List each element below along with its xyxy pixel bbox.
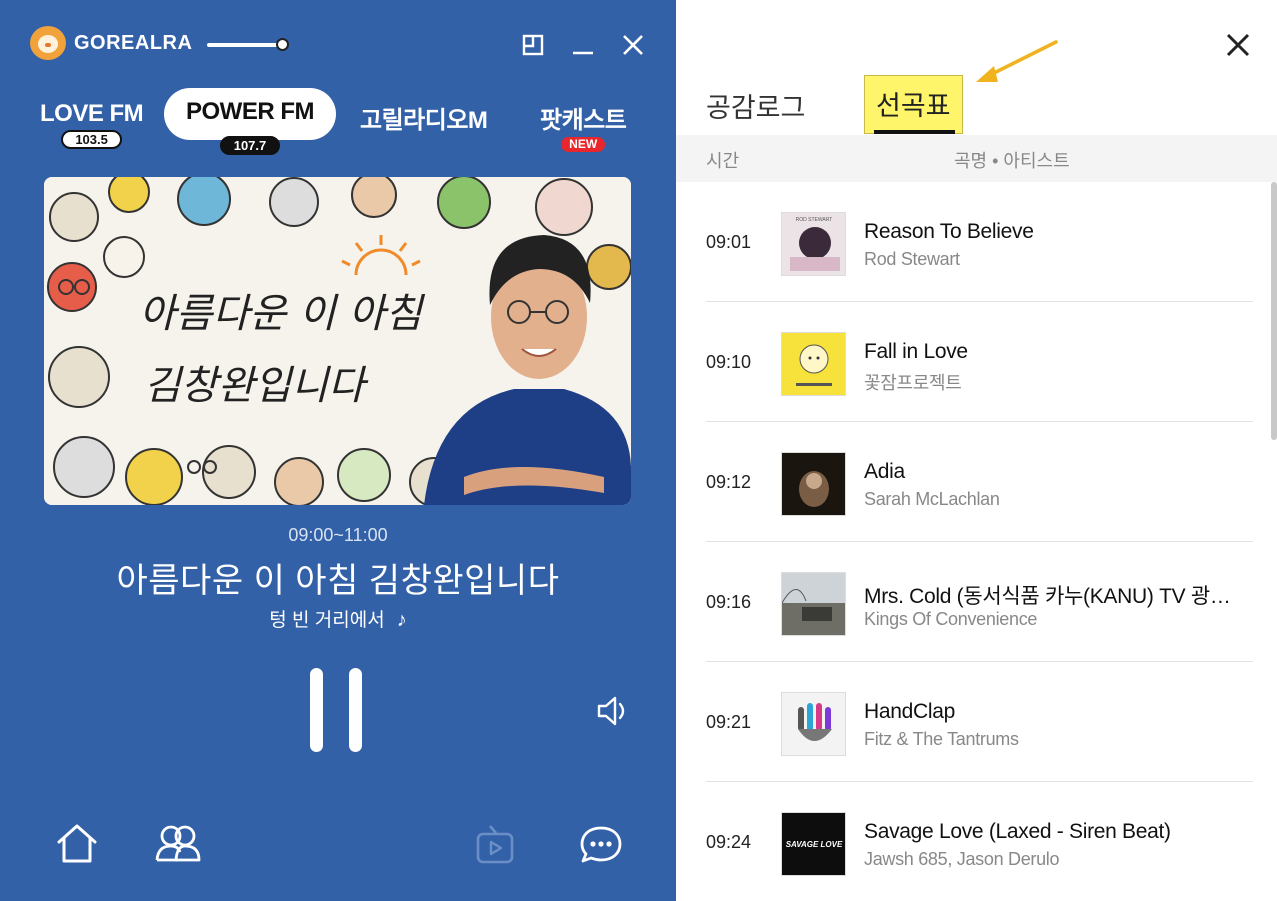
- track-row[interactable]: 09:01 ROD STEWART Reason To Believe Rod Ste…: [706, 182, 1253, 302]
- close-panel-button[interactable]: [1223, 30, 1253, 60]
- track-title: Fall in Love: [864, 340, 968, 363]
- track-title: HandClap: [864, 700, 955, 723]
- annotation-arrow-icon: [976, 40, 1058, 82]
- setlist-panel: 공감로그 선곡표 시간 곡명 • 아티스트 09:01 ROD STEWART Re…: [676, 0, 1277, 901]
- app-logo[interactable]: GOREALRA: [30, 26, 192, 60]
- track-row[interactable]: 09:21 HandClap Fitz & The Tantrums: [706, 662, 1253, 782]
- album-cover[interactable]: [781, 452, 846, 516]
- setlist-header: 시간 곡명 • 아티스트: [676, 135, 1277, 182]
- track-artist: Kings Of Convenience: [864, 609, 1038, 629]
- show-title: 아름다운 이 아침 김창완입니다: [116, 562, 560, 600]
- album-cover[interactable]: [781, 572, 846, 636]
- gorilla-mascot-icon: [30, 26, 66, 60]
- track-time: 09:10: [706, 352, 752, 372]
- video-play-icon: [476, 825, 514, 864]
- track-artist: Sarah McLachlan: [864, 489, 1000, 509]
- close-icon: [1226, 33, 1250, 57]
- track-artist: Fitz & The Tantrums: [864, 729, 1019, 749]
- volume-slider-track[interactable]: [207, 43, 283, 47]
- banner-title-line2: 김창완입니다: [144, 363, 369, 409]
- track-time: 09:16: [706, 592, 752, 612]
- svg-text:ROD STEWART: ROD STEWART: [796, 217, 833, 223]
- track-time: 09:24: [706, 832, 752, 852]
- track-title: Mrs. Cold (동서식품 카누(KANU) TV 광고 삽입곡): [864, 585, 1244, 608]
- close-player-button[interactable]: [618, 30, 648, 60]
- station-frequency: 107.7: [219, 136, 281, 155]
- station-tabs: LOVE FM 103.5 POWER FM 107.7 고릴라디오M 팟캐스트…: [0, 88, 676, 158]
- volume-button[interactable]: [596, 695, 630, 727]
- mini-mode-button[interactable]: [518, 30, 548, 60]
- chat-bubble-icon: [580, 826, 622, 863]
- video-button[interactable]: [472, 822, 518, 866]
- now-playing-song: 텅 빈 거리에서: [269, 610, 385, 631]
- album-cover[interactable]: SAVAGE LOVE: [781, 812, 846, 876]
- station-name: LOVE FM: [40, 100, 144, 127]
- show-time: 09:00~11:00: [288, 525, 388, 545]
- track-time: 09:21: [706, 712, 752, 732]
- close-icon: [623, 35, 643, 55]
- active-station-pill: POWER FM: [164, 88, 336, 140]
- banner-title-line1: 아름다운 이 아침: [139, 291, 425, 337]
- station-love-fm[interactable]: LOVE FM 103.5: [40, 100, 144, 149]
- mini-mode-icon: [522, 34, 544, 56]
- track-row[interactable]: 09:24 SAVAGE LOVE Savage Love (Laxed - Sir…: [706, 782, 1253, 901]
- album-cover[interactable]: ROD STEWART: [781, 212, 846, 276]
- pause-icon: [349, 668, 362, 752]
- track-title: Savage Love (Laxed - Siren Beat): [864, 820, 1171, 843]
- track-row[interactable]: 09:12 Adia Sarah McLachlan: [706, 422, 1253, 542]
- album-cover[interactable]: [781, 332, 846, 396]
- svg-text:SAVAGE LOVE: SAVAGE LOVE: [786, 840, 843, 849]
- logo-text: GOREALRA: [74, 31, 193, 54]
- music-note-icon: ♪: [396, 609, 407, 631]
- chat-button[interactable]: [578, 822, 624, 866]
- volume-slider-handle[interactable]: [276, 38, 289, 51]
- track-artist: 꽃잠프로젝트: [864, 373, 962, 393]
- minimize-button[interactable]: [568, 30, 598, 60]
- track-title: Reason To Believe: [864, 220, 1034, 243]
- speaker-icon: [597, 696, 625, 726]
- minimize-icon: [573, 51, 593, 55]
- album-cover[interactable]: [781, 692, 846, 756]
- station-frequency: 103.5: [61, 130, 122, 149]
- pause-icon: [310, 668, 323, 752]
- active-tab-indicator: [874, 130, 955, 134]
- tab-setlist[interactable]: 선곡표: [864, 75, 963, 134]
- station-name: POWER FM: [186, 98, 315, 125]
- friends-icon: [155, 825, 201, 862]
- station-gorilla-radio-m[interactable]: 고릴라디오M: [360, 100, 488, 135]
- community-button[interactable]: [154, 822, 201, 866]
- track-time: 09:12: [706, 472, 752, 492]
- track-time: 09:01: [706, 232, 752, 252]
- new-badge: NEW: [561, 137, 606, 152]
- scrollbar[interactable]: [1271, 182, 1277, 440]
- pause-button[interactable]: [306, 668, 366, 752]
- station-name: 고릴라디오M: [360, 107, 488, 134]
- station-podcast[interactable]: 팟캐스트 NEW: [540, 100, 627, 153]
- now-playing[interactable]: 텅 빈 거리에서 ♪: [0, 605, 676, 632]
- station-power-fm[interactable]: POWER FM 107.7: [164, 88, 336, 161]
- track-title: Adia: [864, 460, 905, 483]
- station-name: 팟캐스트: [540, 107, 627, 134]
- header-time: 시간: [706, 151, 740, 171]
- home-icon: [57, 824, 97, 863]
- track-artist: Jawsh 685, Jason Derulo: [864, 849, 1060, 869]
- track-row[interactable]: 09:10 Fall in Love 꽃잠프로젝트: [706, 302, 1253, 422]
- radio-player: GOREALRA LOVE FM 103.5 POWER FM 107.7 고릴…: [0, 0, 676, 901]
- track-artist: Rod Stewart: [864, 249, 960, 269]
- home-button[interactable]: [54, 822, 100, 866]
- show-banner-image: 아름다운 이 아침 김창완입니다: [44, 177, 631, 505]
- tab-empathy-log[interactable]: 공감로그: [706, 86, 805, 125]
- track-row[interactable]: 09:16 Mrs. Cold (동서식품 카누(KANU) TV 광고 삽입곡)…: [706, 542, 1253, 662]
- track-list: 09:01 ROD STEWART Reason To Believe Rod Ste…: [706, 182, 1253, 901]
- header-title-artist: 곡명 • 아티스트: [954, 151, 1070, 171]
